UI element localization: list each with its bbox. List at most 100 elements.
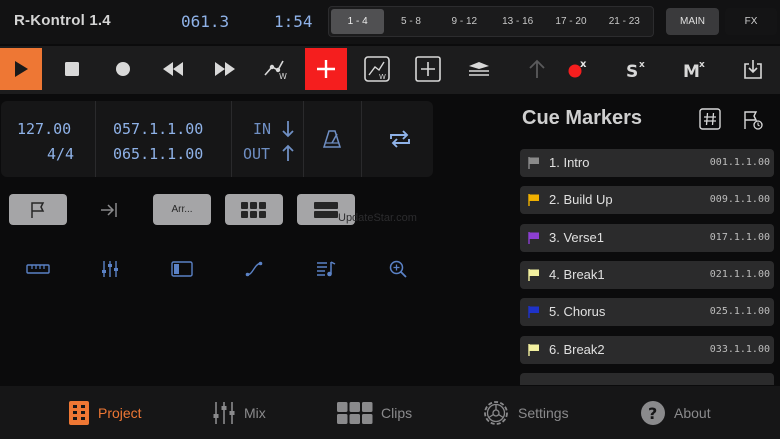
stop-button[interactable]	[51, 48, 93, 90]
cue-marker-row[interactable]: 5. Chorus 025.1.1.00	[520, 298, 774, 326]
play-button[interactable]	[0, 48, 42, 90]
bank-13-16[interactable]: 13 - 16	[491, 9, 544, 34]
grid-view-button[interactable]	[225, 194, 283, 225]
clear-solo-button[interactable]: Sx	[616, 48, 658, 90]
layers-button[interactable]	[458, 48, 500, 90]
jump-to-end-button[interactable]	[98, 200, 120, 220]
top-bar: R-Kontrol 1.4 061.3 1:54 1 - 4 5 - 8 9 -…	[0, 0, 780, 44]
nav-mix[interactable]: Mix	[212, 386, 266, 439]
cue-marker-row[interactable]: 3. Verse1 017.1.1.00	[520, 224, 774, 252]
cue-flag-icon	[528, 232, 539, 244]
main-view-button[interactable]: MAIN	[666, 8, 719, 35]
divider	[231, 101, 232, 177]
arrange-button[interactable]: Arr...	[153, 194, 211, 225]
in-arrow-icon	[281, 120, 295, 143]
nav-project[interactable]: Project	[68, 386, 142, 439]
ruler-icon	[26, 264, 50, 274]
automation-curve-button[interactable]	[240, 256, 268, 282]
rewind-icon	[163, 62, 183, 76]
record-icon	[116, 62, 130, 76]
zoom-button[interactable]	[384, 256, 412, 282]
nav-settings-label: Settings	[518, 404, 569, 421]
in-label[interactable]: IN	[253, 120, 271, 138]
metronome-icon[interactable]	[322, 129, 342, 154]
flag-icon	[31, 201, 45, 218]
clear-record-button[interactable]: x	[557, 48, 599, 90]
nav-clips[interactable]: Clips	[337, 386, 412, 439]
transport-bar: W W x Sx Mx	[0, 46, 780, 94]
cue-marker-position: 017.1.1.00	[709, 232, 770, 243]
fx-view-button[interactable]: FX	[725, 8, 777, 35]
cue-flag-icon	[528, 269, 539, 281]
marker-flag-button[interactable]	[9, 194, 67, 225]
add-icon	[317, 60, 335, 78]
tempo-display[interactable]: 127.00	[17, 120, 71, 138]
record-button[interactable]	[102, 48, 144, 90]
add-marker-icon	[415, 56, 441, 82]
out-arrow-icon	[281, 144, 295, 167]
cue-marker-row[interactable]: 1. Intro 001.1.1.00	[520, 149, 774, 177]
grid-icon	[241, 201, 266, 218]
cue-marker-name: 4. Break1	[549, 267, 605, 282]
note-list-button[interactable]	[312, 256, 340, 282]
zoom-in-icon	[389, 260, 407, 278]
save-icon	[744, 60, 762, 79]
app-title: R-Kontrol 1.4	[14, 12, 111, 29]
nav-settings[interactable]: Settings	[482, 386, 569, 439]
nav-about[interactable]: ? About	[640, 386, 711, 439]
time-signature[interactable]: 4/4	[47, 145, 74, 163]
rewind-button[interactable]	[152, 48, 194, 90]
cue-marker-row[interactable]: 2. Build Up 009.1.1.00	[520, 186, 774, 214]
divider	[303, 101, 304, 177]
nav-about-label: About	[674, 404, 711, 421]
clear-record-icon: x	[568, 59, 587, 78]
cue-marker-name: 6. Break2	[549, 342, 605, 357]
marker-number-button[interactable]	[699, 108, 721, 135]
hash-icon	[699, 108, 721, 130]
cue-marker-position: 025.1.1.00	[709, 306, 770, 317]
fast-forward-icon	[215, 62, 235, 76]
cue-marker-row[interactable]: 6. Break2 033.1.1.00	[520, 336, 774, 364]
cue-marker-row[interactable]: 4. Break1 021.1.1.00	[520, 261, 774, 289]
song-position: 061.3	[181, 12, 230, 31]
stop-icon	[65, 62, 79, 76]
bank-21-23[interactable]: 21 - 23	[598, 9, 651, 34]
clips-icon	[337, 401, 373, 424]
cue-flag-icon	[528, 344, 539, 356]
cue-marker-position: 009.1.1.00	[709, 194, 770, 205]
play-icon	[15, 61, 28, 77]
up-arrow-icon	[529, 59, 545, 78]
add-button[interactable]	[305, 48, 347, 90]
cue-marker-row-partial	[520, 373, 774, 385]
add-cue-flag-button[interactable]	[742, 109, 764, 136]
bank-1-4[interactable]: 1 - 4	[331, 9, 385, 34]
out-label[interactable]: OUT	[243, 145, 270, 163]
nav-project-label: Project	[98, 404, 142, 421]
bank-5-8[interactable]: 5 - 8	[384, 9, 437, 34]
automation-write-button[interactable]: W	[255, 48, 297, 90]
flag-add-icon	[744, 111, 763, 130]
info-panel: 127.00 4/4 057.1.1.00 065.1.1.00 IN OUT	[1, 101, 433, 177]
project-icon	[69, 400, 89, 425]
about-icon: ?	[641, 400, 665, 425]
fast-forward-button[interactable]	[204, 48, 246, 90]
right-locator[interactable]: 065.1.1.00	[113, 145, 203, 163]
svg-text:?: ?	[648, 404, 657, 423]
mixer-button[interactable]	[96, 256, 124, 282]
bank-9-12[interactable]: 9 - 12	[438, 9, 491, 34]
bank-17-20[interactable]: 17 - 20	[544, 9, 597, 34]
ruler-button[interactable]	[24, 256, 52, 282]
svg-text:x: x	[639, 60, 645, 70]
cue-markers-title: Cue Markers	[522, 107, 643, 129]
automation-write-box-button[interactable]: W	[356, 48, 398, 90]
add-marker-button[interactable]	[407, 48, 449, 90]
up-arrow-button[interactable]	[516, 48, 558, 90]
loop-icon[interactable]	[388, 128, 412, 155]
left-locator[interactable]: 057.1.1.00	[113, 120, 203, 138]
panel-button[interactable]	[168, 256, 196, 282]
mixer-sliders-icon	[102, 261, 118, 277]
save-button[interactable]	[732, 48, 774, 90]
clear-mute-button[interactable]: Mx	[674, 48, 716, 90]
svg-text:x: x	[580, 59, 587, 70]
cue-marker-position: 021.1.1.00	[709, 269, 770, 280]
